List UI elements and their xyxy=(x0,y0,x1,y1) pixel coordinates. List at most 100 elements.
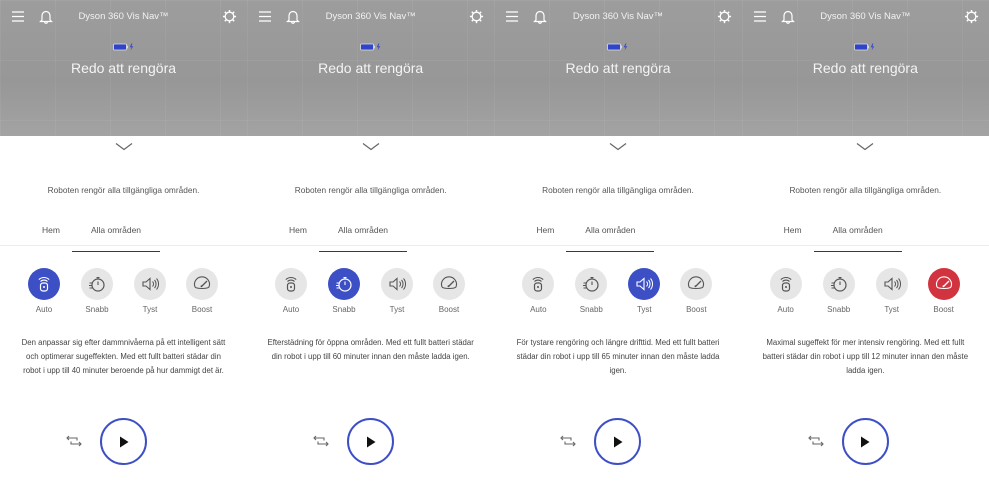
mode-snabb-circle xyxy=(328,268,360,300)
mode-auto-circle xyxy=(28,268,60,300)
bell-icon[interactable] xyxy=(780,9,795,24)
device-name: Dyson 360 Vis Nav™ xyxy=(572,11,664,22)
cleaning-modes: Auto Snabb Tyst Boost xyxy=(742,268,989,320)
mode-boost-button[interactable]: Boost xyxy=(676,268,716,314)
device-name: Dyson 360 Vis Nav™ xyxy=(78,11,169,22)
tab-all-areas[interactable]: Alla områden xyxy=(566,225,655,252)
schedule-icon[interactable] xyxy=(313,434,329,448)
app-screens-row: Dyson 360 Vis Nav™ Redo att rengöra Robo… xyxy=(0,0,989,494)
speaker-icon xyxy=(142,277,159,291)
mode-description: För tystare rengöring och längre driftti… xyxy=(516,338,720,375)
cleaning-modes: Auto Snabb Tyst Boost xyxy=(494,268,741,320)
gauge-icon xyxy=(935,276,952,290)
mode-snabb-circle xyxy=(575,268,608,300)
area-tabs: Hem Alla områden xyxy=(494,218,742,252)
mode-tyst-button[interactable]: Tyst xyxy=(377,268,417,314)
device-header: Dyson 360 Vis Nav™ Redo att rengöra xyxy=(741,0,989,136)
gear-icon[interactable] xyxy=(469,9,484,24)
chevron-down-icon[interactable] xyxy=(856,142,874,152)
tab-home[interactable]: Hem xyxy=(784,225,802,235)
menu-icon[interactable] xyxy=(753,11,766,22)
mode-auto-circle xyxy=(522,268,555,300)
mode-tyst-label: Tyst xyxy=(142,305,158,314)
battery-icon xyxy=(359,43,380,51)
area-tabs: Hem Alla områden xyxy=(247,218,495,252)
mode-snabb-button[interactable]: Snabb xyxy=(324,268,364,314)
mode-boost-label: Boost xyxy=(191,305,213,314)
mode-auto-label: Auto xyxy=(35,305,53,314)
app-screen-auto: Dyson 360 Vis Nav™ Redo att rengöra Robo… xyxy=(0,0,247,494)
mode-snabb-label: Snabb xyxy=(579,305,603,314)
status-text: Redo att rengöra xyxy=(70,60,177,76)
mode-boost-label: Boost xyxy=(933,305,954,314)
gear-icon[interactable] xyxy=(964,9,979,24)
mode-tyst-label: Tyst xyxy=(884,305,899,314)
area-description: Roboten rengör alla tillgängliga områden… xyxy=(789,185,942,195)
mode-boost-button[interactable]: Boost xyxy=(924,268,964,314)
tab-all-areas[interactable]: Alla områden xyxy=(813,225,902,252)
battery-icon xyxy=(854,43,875,51)
mode-tyst-circle xyxy=(381,268,413,300)
mode-tyst-label: Tyst xyxy=(389,305,405,314)
mode-snabb-button[interactable]: Snabb xyxy=(571,268,611,314)
mode-auto-button[interactable]: Auto xyxy=(271,268,311,314)
gear-icon[interactable] xyxy=(222,9,237,24)
chevron-down-icon[interactable] xyxy=(115,142,133,152)
status-text: Redo att rengöra xyxy=(565,60,671,76)
mode-tyst-button[interactable]: Tyst xyxy=(130,268,170,314)
mode-boost-circle xyxy=(927,268,960,300)
mode-auto-label: Auto xyxy=(282,305,300,314)
mode-tyst-button[interactable]: Tyst xyxy=(624,268,664,314)
schedule-icon[interactable] xyxy=(560,434,577,448)
device-header: Dyson 360 Vis Nav™ Redo att rengöra xyxy=(0,0,247,136)
mode-tyst-circle xyxy=(134,268,166,300)
play-icon xyxy=(861,436,870,447)
chevron-down-icon[interactable] xyxy=(362,142,380,152)
tab-all-areas[interactable]: Alla områden xyxy=(72,225,160,252)
mode-boost-circle xyxy=(680,268,713,300)
mode-snabb-label: Snabb xyxy=(827,305,851,314)
gear-icon[interactable] xyxy=(717,9,732,24)
mode-auto-circle xyxy=(275,268,307,300)
mode-description: Den anpassar sig efter dammnivåerna på e… xyxy=(21,338,226,375)
tab-home[interactable]: Hem xyxy=(536,225,554,235)
play-button[interactable] xyxy=(100,418,147,465)
gauge-icon xyxy=(688,276,705,290)
app-screen-tyst: Dyson 360 Vis Nav™ Redo att rengöra Robo… xyxy=(494,0,742,494)
gauge-icon xyxy=(440,276,458,290)
menu-icon[interactable] xyxy=(12,11,24,22)
status-text: Redo att rengöra xyxy=(318,60,424,76)
tab-home[interactable]: Hem xyxy=(42,225,60,235)
mode-boost-button[interactable]: Boost xyxy=(429,268,469,314)
mode-tyst-button[interactable]: Tyst xyxy=(872,268,912,314)
mode-auto-circle xyxy=(769,268,802,300)
mode-snabb-button[interactable]: Snabb xyxy=(819,268,859,314)
chevron-down-icon[interactable] xyxy=(609,142,627,152)
timer-icon xyxy=(583,276,599,292)
bell-icon[interactable] xyxy=(286,9,300,24)
auto-mode-icon xyxy=(532,276,544,292)
tab-all-areas[interactable]: Alla områden xyxy=(319,225,407,252)
mode-snabb-button[interactable]: Snabb xyxy=(77,268,117,314)
mode-auto-button[interactable]: Auto xyxy=(518,268,558,314)
bell-icon[interactable] xyxy=(39,9,53,24)
menu-icon[interactable] xyxy=(506,11,519,22)
auto-mode-icon xyxy=(780,276,792,292)
speaker-icon xyxy=(636,277,654,291)
device-name: Dyson 360 Vis Nav™ xyxy=(325,11,416,22)
mode-auto-button[interactable]: Auto xyxy=(24,268,64,314)
play-button[interactable] xyxy=(841,418,889,465)
schedule-icon[interactable] xyxy=(807,434,824,448)
app-screen-snabb: Dyson 360 Vis Nav™ Redo att rengöra Robo… xyxy=(247,0,495,494)
speaker-icon xyxy=(389,277,406,291)
tab-home[interactable]: Hem xyxy=(289,225,307,235)
schedule-icon[interactable] xyxy=(66,434,82,448)
mode-boost-button[interactable]: Boost xyxy=(182,268,222,314)
area-tabs: Hem Alla områden xyxy=(0,218,247,252)
play-button[interactable] xyxy=(347,418,394,465)
status-text: Redo att rengöra xyxy=(812,60,918,76)
menu-icon[interactable] xyxy=(259,11,271,22)
play-button[interactable] xyxy=(594,418,642,465)
mode-auto-button[interactable]: Auto xyxy=(766,268,806,314)
bell-icon[interactable] xyxy=(533,9,548,24)
